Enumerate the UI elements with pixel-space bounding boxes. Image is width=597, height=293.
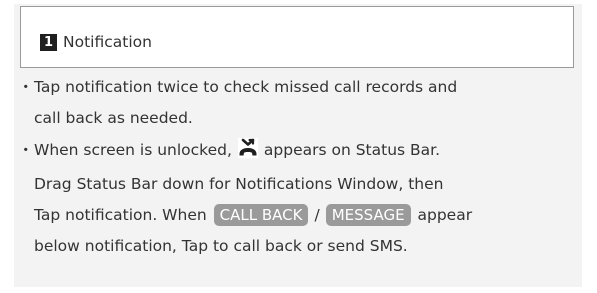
text-before-buttons: Tap notification. When: [34, 206, 207, 224]
call-back-button: CALL BACK: [213, 204, 309, 226]
message-button: MESSAGE: [325, 204, 411, 226]
missed-call-icon: [237, 138, 258, 169]
separator-slash: /: [314, 206, 320, 224]
text-after-buttons: appear: [417, 206, 473, 224]
section-header: 1 Notification: [20, 6, 574, 68]
list-item-line: call back as needed.: [34, 109, 193, 127]
step-number-badge: 1: [40, 34, 57, 51]
section-title: Notification: [63, 33, 152, 51]
list-item: ・ When screen is unlocked, appears on St…: [18, 135, 578, 262]
list-item-line: Drag Status Bar down for Notifications W…: [34, 175, 444, 193]
bullet-marker: ・: [18, 78, 34, 96]
list-item-line: Tap notification. When CALL BACK / MESSAGE…: [34, 200, 578, 231]
text-before-icon: When screen is unlocked,: [34, 141, 232, 159]
note-panel: 1 Notification ・ Tap notification twice …: [14, 4, 582, 287]
list-item-line: Tap notification twice to check missed c…: [34, 78, 458, 96]
bullet-marker: ・: [18, 141, 34, 159]
text-after-icon: appears on Status Bar.: [263, 141, 441, 159]
bullet-list: ・ Tap notification twice to check missed…: [18, 72, 578, 263]
list-item-line: When screen is unlocked, appears on Stat…: [34, 135, 578, 169]
list-item-line: below notification, Tap to call back or …: [34, 237, 408, 255]
list-item: ・ Tap notification twice to check missed…: [18, 72, 578, 134]
